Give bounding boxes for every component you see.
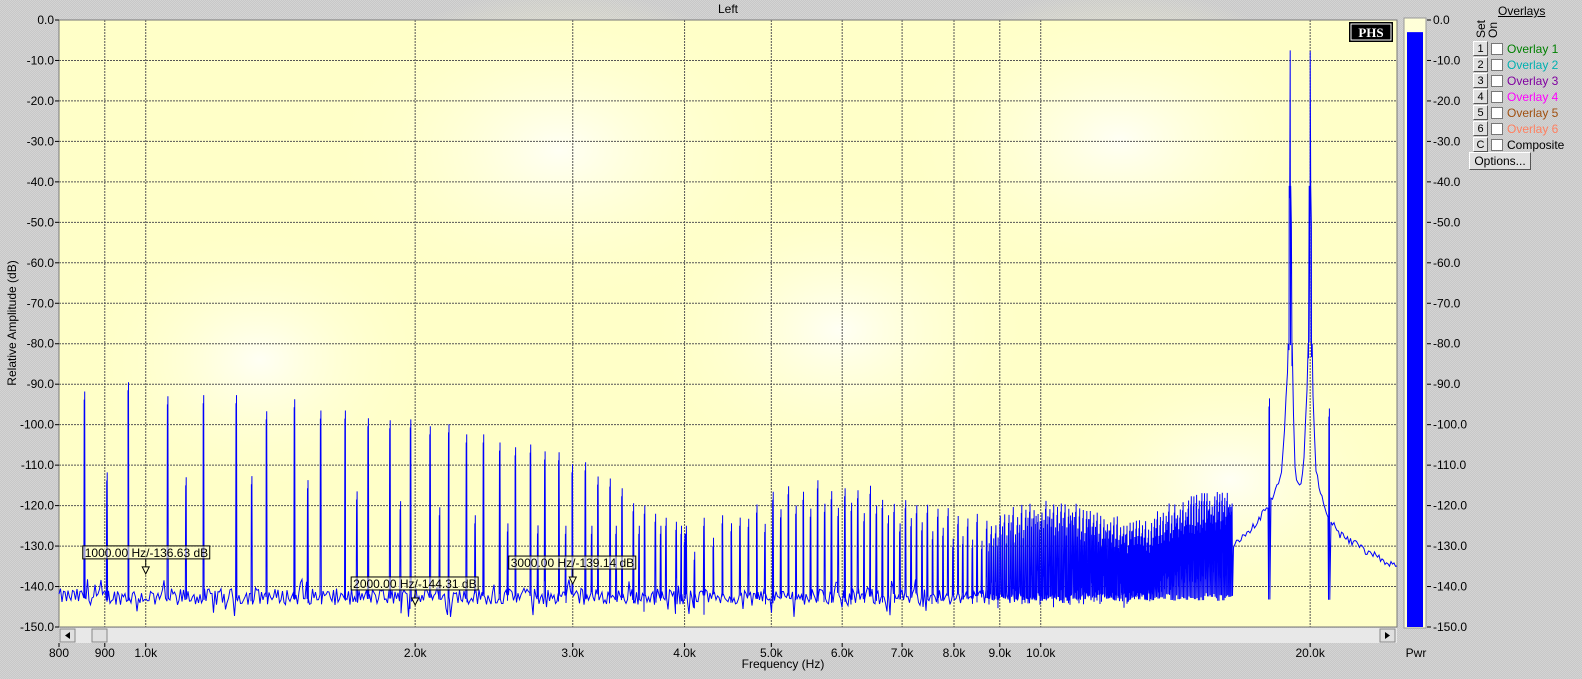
x-tick-label: 3.0k	[561, 646, 585, 660]
marker-label: 2000.00 Hz/-144.31 dB	[353, 577, 476, 591]
x-tick-label: 6.0k	[831, 646, 855, 660]
overlay-row: 3 Overlay 3	[1473, 73, 1558, 88]
x-tick-label: 1.0k	[134, 646, 158, 660]
overlay-label: Composite	[1507, 137, 1565, 152]
power-meter: Pwr	[1403, 17, 1427, 660]
overlays-title: Overlays	[1498, 4, 1546, 18]
y-tick-label: -10.0	[27, 53, 55, 67]
power-label: Pwr	[1406, 646, 1427, 660]
overlay-set-button[interactable]: 4	[1473, 89, 1488, 104]
x-tick-label: 9.0k	[988, 646, 1012, 660]
y-tick-label: -70.0	[27, 296, 55, 310]
power-tick-label: -120.0	[1433, 499, 1467, 513]
on-column-header: On	[1486, 21, 1500, 38]
power-tick-label: -100.0	[1433, 418, 1467, 432]
y-tick-label: -100.0	[20, 418, 54, 432]
y-tick-label: 0.0	[37, 13, 54, 27]
y-tick-label: -80.0	[27, 337, 55, 351]
overlay-label: Overlay 4	[1507, 89, 1559, 104]
overlay-set-button[interactable]: 2	[1473, 57, 1488, 72]
y-tick-label: -150.0	[20, 620, 54, 634]
y-tick-label: -120.0	[20, 499, 54, 513]
overlay-row: 1 Overlay 1	[1473, 41, 1558, 56]
overlay-on-checkbox[interactable]	[1491, 90, 1503, 103]
power-tick-label: -80.0	[1433, 337, 1461, 351]
x-tick-label: 7.0k	[891, 646, 915, 660]
power-tick-label: -60.0	[1433, 256, 1461, 270]
svg-text:PHS: PHS	[1358, 25, 1383, 40]
overlays-panel: Overlays Set On 1 Overlay 1 2 Overlay 2 3 Ove…	[1466, 0, 1582, 180]
overlay-row: 2 Overlay 2	[1473, 57, 1558, 72]
overlay-set-button[interactable]: 1	[1473, 41, 1488, 56]
overlay-set-button[interactable]: C	[1473, 137, 1488, 152]
y-axis-title: Relative Amplitude (dB)	[5, 260, 19, 385]
scroll-thumb[interactable]	[91, 628, 108, 643]
power-tick-label: -40.0	[1433, 175, 1461, 189]
chart-title: Left	[718, 2, 739, 16]
y-tick-label: -130.0	[20, 539, 54, 553]
overlay-label: Overlay 6	[1507, 121, 1559, 136]
power-tick-label: -20.0	[1433, 94, 1461, 108]
x-tick-label: 10.0k	[1026, 646, 1056, 660]
y-tick-label: -60.0	[27, 256, 55, 270]
y-tick-label: -110.0	[21, 458, 54, 472]
power-tick-label: -10.0	[1433, 53, 1461, 67]
options-button[interactable]: Options...	[1469, 152, 1531, 170]
power-tick-label: -70.0	[1433, 296, 1461, 310]
power-level-bar	[1407, 32, 1423, 627]
marker-label: 1000.00 Hz/-136.63 dB	[85, 546, 208, 560]
x-tick-label: 2.0k	[404, 646, 428, 660]
overlay-set-button[interactable]: 6	[1473, 121, 1488, 136]
overlay-set-button[interactable]: 3	[1473, 73, 1488, 88]
overlay-on-checkbox[interactable]	[1491, 138, 1503, 151]
overlay-label: Overlay 2	[1507, 57, 1559, 72]
y-tick-label: -50.0	[27, 215, 55, 229]
overlay-label: Overlay 5	[1507, 105, 1559, 120]
overlay-on-checkbox[interactable]	[1491, 74, 1503, 87]
overlay-row: 5 Overlay 5	[1473, 105, 1558, 120]
power-tick-label: -50.0	[1433, 215, 1461, 229]
power-tick-label: 0.0	[1433, 13, 1450, 27]
x-tick-label: 4.0k	[673, 646, 697, 660]
y-tick-label: -30.0	[27, 134, 55, 148]
overlay-row: 6 Overlay 6	[1473, 121, 1558, 136]
y-tick-label: -40.0	[27, 175, 55, 189]
spectrum-chart: 0.0 -10.0 -20.0 -30.0 -40.0 -50.0 -60.0 -70.0 -8…	[5, 0, 1467, 671]
overlay-label: Overlay 3	[1507, 73, 1559, 88]
x-axis-title: Frequency (Hz)	[742, 657, 825, 671]
power-tick-label: -150.0	[1433, 620, 1467, 634]
power-tick-label: -30.0	[1433, 134, 1461, 148]
horizontal-scrollbar[interactable]	[59, 628, 1397, 643]
overlay-on-checkbox[interactable]	[1491, 106, 1503, 119]
phs-logo: PHS	[1349, 22, 1393, 42]
y-tick-label: -20.0	[27, 94, 55, 108]
y-tick-label: -140.0	[20, 580, 54, 594]
x-tick-label: 20.0k	[1295, 646, 1325, 660]
overlay-on-checkbox[interactable]	[1491, 42, 1503, 55]
power-tick-label: -140.0	[1433, 580, 1467, 594]
overlay-label: Overlay 1	[1507, 41, 1559, 56]
overlay-on-checkbox[interactable]	[1491, 122, 1503, 135]
x-tick-label: 8.0k	[943, 646, 967, 660]
power-tick-label: -90.0	[1433, 377, 1461, 391]
x-tick-label: 800	[49, 646, 69, 660]
power-tick-label: -130.0	[1433, 539, 1467, 553]
x-tick-label: 900	[95, 646, 115, 660]
overlay-row: 4 Overlay 4	[1473, 89, 1558, 104]
overlay-row: C Composite	[1473, 137, 1564, 152]
overlay-set-button[interactable]: 5	[1473, 105, 1488, 120]
power-tick-label: -110.0	[1433, 458, 1466, 472]
y-tick-label: -90.0	[27, 377, 55, 391]
overlay-on-checkbox[interactable]	[1491, 58, 1503, 71]
marker-label: 3000.00 Hz/-139.14 dB	[511, 556, 634, 570]
